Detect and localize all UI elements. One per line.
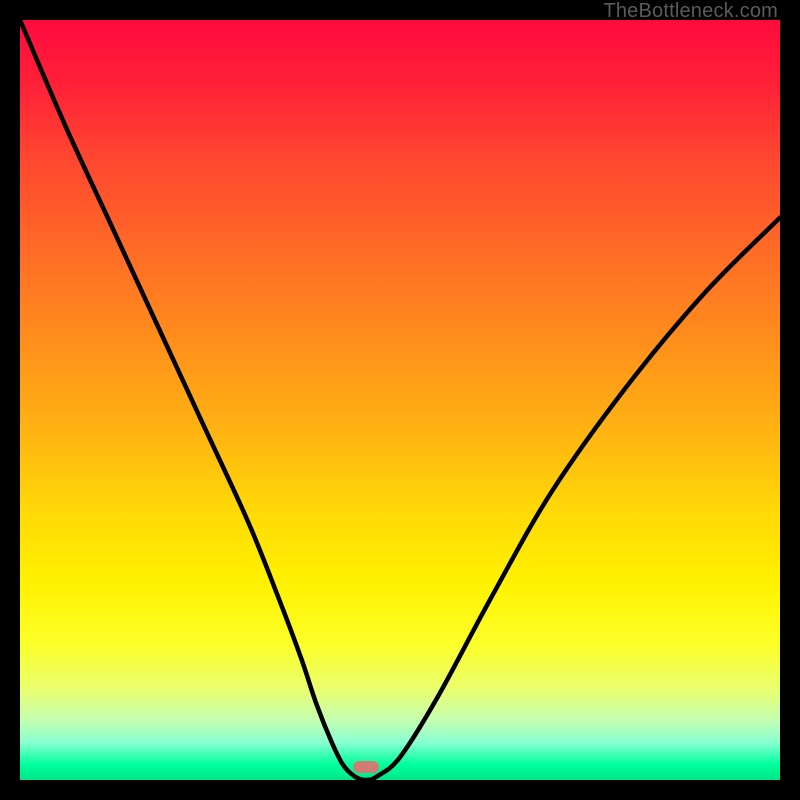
curve-path: [20, 20, 780, 780]
bottleneck-curve: [20, 20, 780, 780]
chart-frame: [20, 20, 780, 780]
optimal-point-marker: [353, 761, 379, 773]
